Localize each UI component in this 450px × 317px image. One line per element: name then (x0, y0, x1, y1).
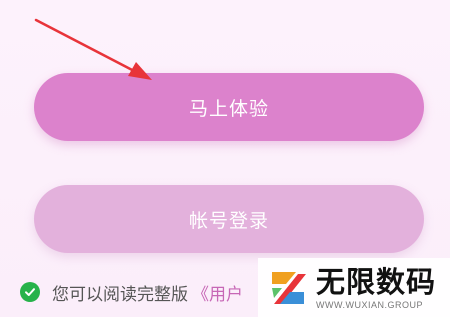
brand-name: 无限数码 (316, 264, 437, 299)
brand-logo-icon (272, 271, 306, 304)
watermark: 无限数码 WWW.WUXIAN.GROUP (258, 258, 450, 317)
app-screen: 马上体验 帐号登录 您可以阅读完整版 《用户 无限数码 WWW.WUXIAN.G… (0, 0, 450, 317)
brand-site: WWW.WUXIAN.GROUP (316, 299, 423, 310)
